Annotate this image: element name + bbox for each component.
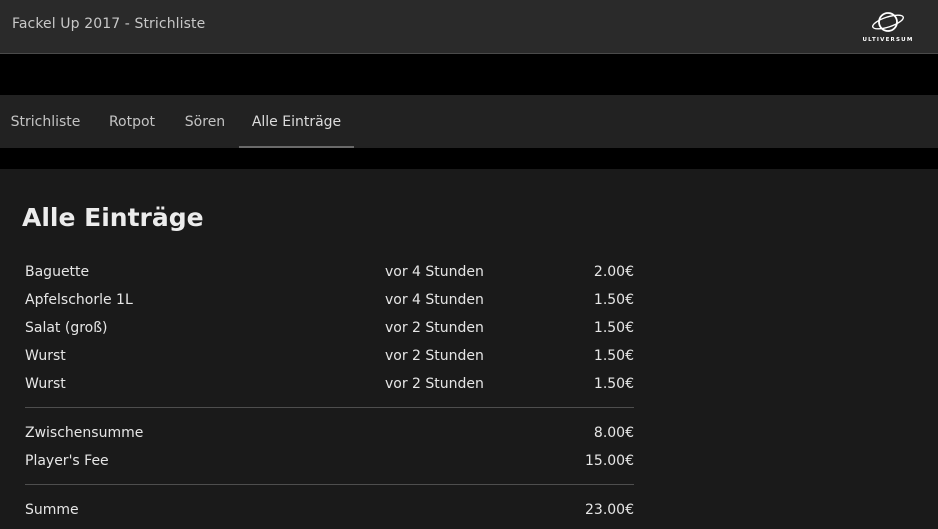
tab-strichliste[interactable]: Strichliste	[0, 95, 91, 148]
top-bar: Fackel Up 2017 - Strichliste ULTIVERSUM	[0, 0, 938, 54]
subtotal-label: Zwischensumme	[25, 425, 144, 441]
subtotal-value: 8.00€	[593, 425, 634, 441]
total-label: Summe	[25, 502, 79, 518]
entry-price: 1.50€	[593, 320, 634, 336]
divider	[25, 484, 634, 485]
ultiversum-logo[interactable]: ULTIVERSUM	[858, 9, 918, 47]
total-value: 23.00€	[585, 502, 634, 518]
entry-name: Salat (groß)	[25, 320, 108, 336]
entry-row: Baguette vor 4 Stunden 2.00€	[25, 264, 634, 284]
fee-row: Player's Fee 15.00€	[25, 453, 634, 473]
entry-row: Salat (groß) vor 2 Stunden 1.50€	[25, 320, 634, 340]
entry-name: Wurst	[25, 348, 66, 364]
app-title: Fackel Up 2017 - Strichliste	[12, 16, 206, 32]
header-spacer	[0, 55, 938, 95]
entry-time: vor 4 Stunden	[385, 264, 484, 280]
entry-row: Apfelschorle 1L vor 4 Stunden 1.50€	[25, 292, 634, 312]
entry-time: vor 2 Stunden	[385, 320, 484, 336]
entry-name: Baguette	[25, 264, 90, 280]
fee-value: 15.00€	[585, 453, 634, 469]
entry-row: Wurst vor 2 Stunden 1.50€	[25, 376, 634, 396]
tab-rotpot[interactable]: Rotpot	[91, 95, 173, 148]
tab-soeren[interactable]: Sören	[173, 95, 237, 148]
tab-alle-eintraege[interactable]: Alle Einträge	[239, 95, 354, 148]
entry-time: vor 4 Stunden	[385, 292, 484, 308]
subtotal-row: Zwischensumme 8.00€	[25, 425, 634, 445]
logo-text: ULTIVERSUM	[862, 37, 914, 43]
fee-label: Player's Fee	[25, 453, 109, 469]
tab-bar: Strichliste Rotpot Sören Alle Einträge	[0, 95, 938, 148]
entry-price: 1.50€	[593, 348, 634, 364]
entry-time: vor 2 Stunden	[385, 348, 484, 364]
entry-name: Apfelschorle 1L	[25, 292, 133, 308]
page-title: Alle Einträge	[22, 203, 204, 232]
entry-price: 2.00€	[593, 264, 634, 280]
total-row: Summe 23.00€	[25, 502, 634, 522]
entry-time: vor 2 Stunden	[385, 376, 484, 392]
nav-spacer	[0, 148, 938, 169]
entry-price: 1.50€	[593, 376, 634, 392]
planet-logo-icon	[872, 12, 904, 32]
entry-price: 1.50€	[593, 292, 634, 308]
entry-name: Wurst	[25, 376, 66, 392]
divider	[25, 407, 634, 408]
main-content: Alle Einträge Baguette vor 4 Stunden 2.0…	[0, 169, 938, 529]
entry-row: Wurst vor 2 Stunden 1.50€	[25, 348, 634, 368]
